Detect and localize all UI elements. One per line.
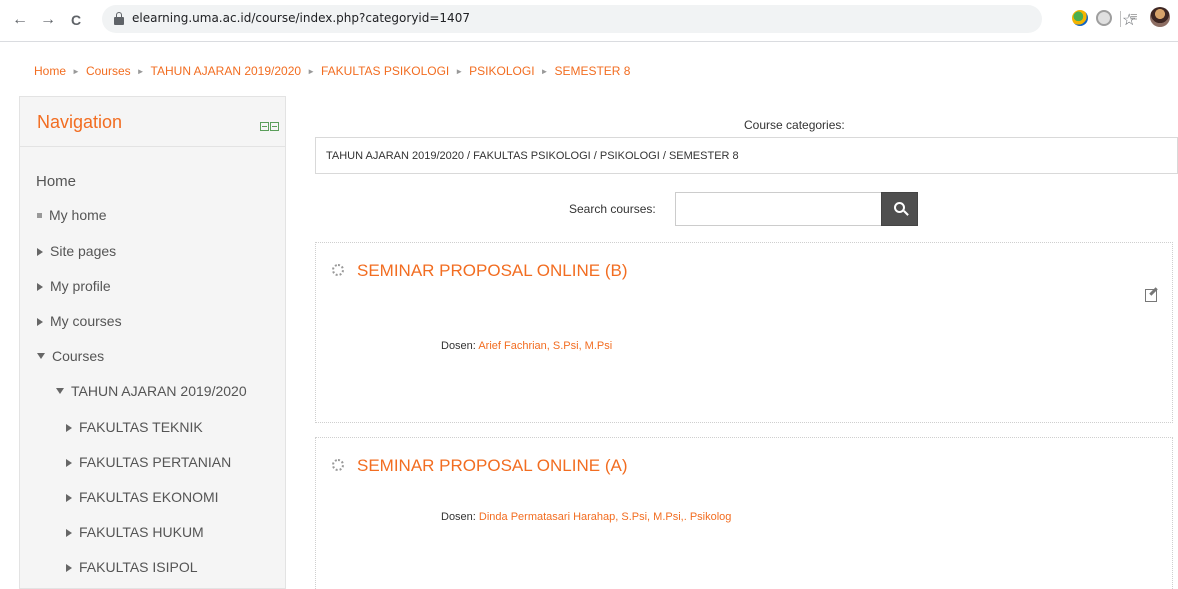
- nav-my-courses-label: My courses: [50, 313, 122, 329]
- search-button[interactable]: [881, 192, 918, 226]
- nav-my-home-label: My home: [49, 207, 107, 223]
- expand-arrow-icon: [66, 529, 72, 537]
- teacher-name-link[interactable]: Arief Fachrian, S.Psi, M.Psi: [478, 340, 612, 352]
- breadcrumb-separator-icon: ►: [72, 67, 80, 76]
- expand-arrow-icon: [66, 424, 72, 432]
- course-category-select[interactable]: TAHUN AJARAN 2019/2020 / FAKULTAS PSIKOL…: [315, 137, 1178, 174]
- reload-icon[interactable]: C: [66, 9, 86, 31]
- breadcrumb-separator-icon: ►: [455, 67, 464, 76]
- nav-my-courses[interactable]: My courses: [37, 313, 122, 329]
- nav-my-profile-label: My profile: [50, 278, 111, 294]
- breadcrumb-faculty[interactable]: FAKULTAS PSIKOLOGI: [321, 64, 449, 78]
- search-icon-handle: [903, 210, 909, 216]
- nav-my-profile[interactable]: My profile: [37, 278, 111, 294]
- navigation-title: Navigation: [37, 112, 123, 132]
- globe-extension-icon[interactable]: [1096, 10, 1112, 26]
- extension-icon[interactable]: [1072, 10, 1088, 26]
- nav-site-pages-label: Site pages: [50, 243, 117, 259]
- expand-arrow-icon: [37, 283, 43, 291]
- expand-arrow-icon: [37, 248, 43, 256]
- course-card: SEMINAR PROPOSAL ONLINE (A) Dosen: Dinda…: [315, 437, 1173, 589]
- breadcrumb-year[interactable]: TAHUN AJARAN 2019/2020: [151, 64, 302, 78]
- nav-faculty-ekonomi[interactable]: FAKULTAS EKONOMI: [66, 489, 219, 505]
- navigation-header: Navigation: [20, 97, 285, 147]
- teacher-name-link[interactable]: Dinda Permatasari Harahap, S.Psi, M.Psi,…: [479, 511, 732, 523]
- selected-category: TAHUN AJARAN 2019/2020 / FAKULTAS PSIKOL…: [326, 150, 739, 162]
- course-title[interactable]: SEMINAR PROPOSAL ONLINE (A): [357, 456, 627, 476]
- course-teacher: Dosen: Arief Fachrian, S.Psi, M.Psi: [441, 340, 612, 352]
- nav-home[interactable]: Home: [36, 173, 76, 190]
- nav-home-label: Home: [36, 173, 77, 190]
- nav-faculty-label: FAKULTAS PERTANIAN: [79, 454, 232, 470]
- breadcrumb-separator-icon: ►: [136, 67, 145, 76]
- nav-faculty-hukum[interactable]: FAKULTAS HUKUM: [66, 524, 204, 540]
- bullet-icon: [37, 213, 42, 218]
- nav-faculty-teknik[interactable]: FAKULTAS TEKNIK: [66, 419, 203, 435]
- block-controls: [260, 118, 282, 131]
- navigation-block: Navigation Home My home Site pages My pr…: [19, 96, 286, 589]
- expand-arrow-icon: [37, 318, 43, 326]
- nav-year-label: TAHUN AJARAN 2019/2020: [71, 383, 247, 399]
- lock-icon: [114, 12, 124, 25]
- browser-toolbar: ← → C elearning.uma.ac.id/course/index.p…: [0, 0, 1178, 42]
- nav-faculty-isipol[interactable]: FAKULTAS ISIPOL: [66, 559, 198, 575]
- url-text[interactable]: elearning.uma.ac.id/course/index.php?cat…: [132, 11, 470, 25]
- breadcrumb-courses[interactable]: Courses: [86, 64, 131, 78]
- course-card: SEMINAR PROPOSAL ONLINE (B) Dosen: Arief…: [315, 242, 1173, 423]
- expand-arrow-icon: [66, 494, 72, 502]
- breadcrumb-semester[interactable]: SEMESTER 8: [554, 64, 630, 78]
- course-title[interactable]: SEMINAR PROPOSAL ONLINE (B): [357, 261, 627, 281]
- course-categories-label: Course categories:: [744, 118, 845, 132]
- back-arrow-icon[interactable]: ←: [10, 9, 30, 31]
- nav-faculty-label: FAKULTAS ISIPOL: [79, 559, 198, 575]
- nav-year[interactable]: TAHUN AJARAN 2019/2020: [56, 383, 247, 399]
- toolbar-divider: [1120, 11, 1121, 27]
- expand-arrow-icon: [66, 564, 72, 572]
- enrol-edit-icon[interactable]: [1145, 289, 1157, 302]
- address-bar[interactable]: elearning.uma.ac.id/course/index.php?cat…: [102, 5, 1136, 33]
- breadcrumb-separator-icon: ►: [307, 67, 315, 76]
- dock-block-icon[interactable]: [270, 122, 279, 131]
- course-icon: [332, 459, 344, 471]
- profile-avatar[interactable]: [1150, 7, 1170, 27]
- collapse-block-icon[interactable]: [260, 122, 269, 131]
- breadcrumb-separator-icon: ►: [540, 67, 549, 76]
- nav-site-pages[interactable]: Site pages: [37, 243, 116, 259]
- reading-list-icon[interactable]: ≡: [1130, 9, 1138, 24]
- search-courses-input[interactable]: [675, 192, 882, 226]
- nav-faculty-label: FAKULTAS EKONOMI: [79, 489, 219, 505]
- expand-arrow-icon: [66, 459, 72, 467]
- course-icon: [332, 264, 344, 276]
- nav-faculty-label: FAKULTAS TEKNIK: [79, 419, 203, 435]
- collapse-arrow-icon: [37, 353, 45, 359]
- breadcrumb-home[interactable]: Home: [34, 64, 66, 78]
- search-courses-label: Search courses:: [569, 202, 656, 216]
- collapse-arrow-icon: [56, 388, 64, 394]
- course-teacher: Dosen: Dinda Permatasari Harahap, S.Psi,…: [441, 511, 731, 523]
- teacher-role: Dosen:: [441, 340, 476, 352]
- nav-courses-label: Courses: [52, 348, 105, 364]
- forward-arrow-icon[interactable]: →: [38, 9, 58, 31]
- teacher-role: Dosen:: [441, 511, 476, 523]
- nav-courses[interactable]: Courses: [37, 348, 104, 364]
- nav-my-home[interactable]: My home: [37, 207, 107, 223]
- breadcrumb: Home ► Courses ► TAHUN AJARAN 2019/2020 ► FAKU…: [34, 64, 630, 78]
- nav-faculty-label: FAKULTAS HUKUM: [79, 524, 204, 540]
- nav-faculty-pertanian[interactable]: FAKULTAS PERTANIAN: [66, 454, 231, 470]
- breadcrumb-department[interactable]: PSIKOLOGI: [469, 64, 534, 78]
